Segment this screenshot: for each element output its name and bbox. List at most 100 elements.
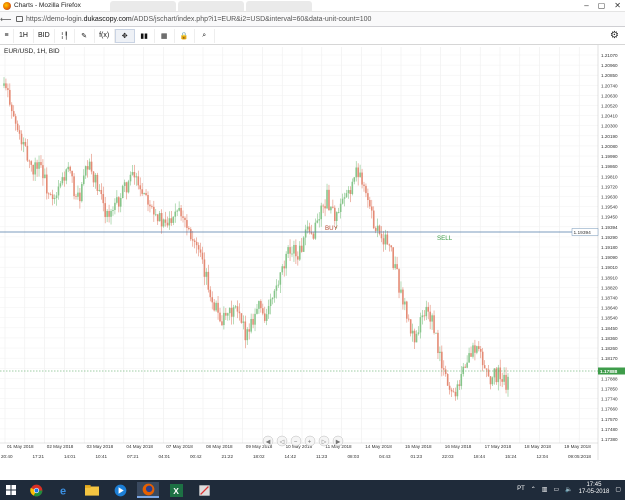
chart-nav-symbol[interactable]: ▶	[336, 439, 341, 445]
candle-body	[86, 166, 89, 170]
price-side-button[interactable]: BID	[34, 28, 55, 43]
calculator-button[interactable]: ▦	[155, 28, 175, 43]
x-time-label: 18:44	[474, 454, 486, 459]
chart-nav-symbol[interactable]: ▷	[322, 439, 327, 445]
draw-tool-button[interactable]: ✎	[75, 28, 95, 43]
candle-body	[81, 184, 83, 202]
candle-body	[184, 217, 186, 220]
y-tick-label: 1.20410	[601, 114, 618, 119]
candle-body	[65, 169, 68, 181]
lock-button[interactable]: 🔒	[175, 28, 195, 43]
battery-icon[interactable]: ▭	[553, 486, 559, 493]
candle-body	[84, 166, 87, 176]
interval-button[interactable]: 1H	[14, 28, 34, 43]
candle-body	[499, 367, 502, 380]
candle-body	[458, 384, 461, 386]
chart-nav-symbol[interactable]: ◁	[280, 439, 285, 445]
candle-body	[197, 245, 200, 250]
candle-body	[123, 182, 126, 186]
snipping-tool-icon[interactable]	[193, 482, 215, 498]
candle-body	[32, 164, 34, 175]
internet-explorer-icon[interactable]: e	[53, 482, 75, 498]
candle-body	[308, 226, 311, 233]
candle-body	[310, 232, 313, 234]
chart-nav-symbol[interactable]: ◀	[266, 439, 271, 445]
back-icon[interactable]: ⟵	[0, 15, 11, 24]
candle-body	[374, 228, 377, 231]
candle-body	[456, 384, 459, 397]
candle-body	[334, 207, 336, 222]
candle-body	[407, 318, 410, 320]
candle-body	[160, 213, 163, 227]
candle-body	[145, 193, 147, 196]
candle-body	[277, 284, 280, 286]
chrome-icon[interactable]	[25, 482, 47, 498]
candle-body	[386, 234, 389, 245]
chart-type-button[interactable]: ╎╿	[55, 28, 75, 43]
y-tick-label: 1.17740	[601, 397, 618, 402]
candle-body	[151, 206, 153, 208]
candle-body	[359, 172, 361, 178]
excel-icon[interactable]: X	[165, 482, 187, 498]
candle-body	[217, 302, 219, 313]
tray-arrow-icon[interactable]: ⌃	[531, 486, 536, 493]
taskbar-clock[interactable]: 17:45 17-05-2018	[579, 482, 610, 496]
address-bar[interactable]: ⟵ https://demo-login.dukascopy.com/ADDS/…	[0, 12, 625, 27]
y-tick-label: 1.20520	[601, 104, 618, 109]
candle-body	[44, 174, 46, 179]
candle-body	[437, 332, 439, 354]
candle-body	[250, 318, 252, 332]
language-indicator[interactable]: PT	[517, 486, 525, 492]
chart-nav-symbol[interactable]: +	[308, 439, 312, 445]
chart-nav-symbol[interactable]: −	[294, 439, 298, 445]
candle-body	[421, 315, 424, 318]
chart-area[interactable]: 1.21070 1.20960 1.20850 1.20740 1.20630 1.205…	[0, 45, 625, 461]
y-tick-label: 1.18170	[601, 356, 618, 361]
notification-icon[interactable]: ▢	[615, 486, 621, 493]
candle-body	[260, 301, 262, 309]
y-tick-label: 1.19720	[601, 184, 618, 189]
candle-body	[188, 227, 190, 230]
lock-icon	[16, 16, 23, 22]
minimize-icon[interactable]: –	[584, 1, 588, 10]
candle-body	[205, 271, 208, 277]
settings-gear-icon[interactable]: ⚙	[610, 30, 619, 41]
candle-body	[22, 141, 25, 145]
y-tick-label: 1.19394	[601, 225, 618, 230]
candle-body	[154, 214, 157, 216]
volume-button[interactable]: ▮▮	[135, 28, 155, 43]
close-icon[interactable]: ✕	[614, 1, 621, 10]
candle-body	[98, 189, 101, 191]
candle-body	[110, 210, 112, 217]
crosshair-button[interactable]: ✥	[114, 28, 135, 43]
menu-icon[interactable]: ≡	[0, 28, 14, 43]
network-icon[interactable]: ▥	[542, 486, 548, 493]
candle-body	[271, 297, 274, 300]
file-explorer-icon[interactable]	[81, 482, 103, 498]
candle-body	[46, 174, 48, 194]
candle-body	[118, 197, 120, 207]
candle-body	[106, 210, 108, 218]
candle-body	[450, 389, 453, 392]
candle-body	[10, 104, 13, 112]
firefox-taskbar-icon[interactable]	[137, 482, 159, 498]
media-player-icon[interactable]	[109, 482, 131, 498]
windows-start-icon[interactable]	[0, 480, 22, 500]
zoom-button[interactable]: ⌕	[195, 28, 215, 43]
candle-body	[493, 368, 496, 378]
y-tick-label: 1.21070	[601, 53, 618, 58]
indicator-button[interactable]: f(x)	[95, 28, 115, 43]
y-tick-label: 1.18450	[601, 326, 618, 331]
x-time-label: 07:21	[127, 454, 139, 459]
maximize-icon[interactable]: ▢	[598, 1, 606, 10]
y-tick-label: 1.18820	[601, 285, 618, 290]
candle-body	[320, 205, 322, 220]
candle-body	[406, 301, 408, 319]
url-text[interactable]: https://demo-login.dukascopy.com/ADDS/js…	[26, 16, 371, 23]
candle-body	[357, 167, 359, 178]
price-chart[interactable]: 1.21070 1.20960 1.20850 1.20740 1.20630 1.205…	[0, 45, 625, 461]
candle-body	[289, 247, 291, 254]
y-tick-label: 1.17888	[601, 376, 618, 381]
candle-body	[82, 175, 85, 185]
volume-icon[interactable]: 🔈	[565, 486, 572, 493]
